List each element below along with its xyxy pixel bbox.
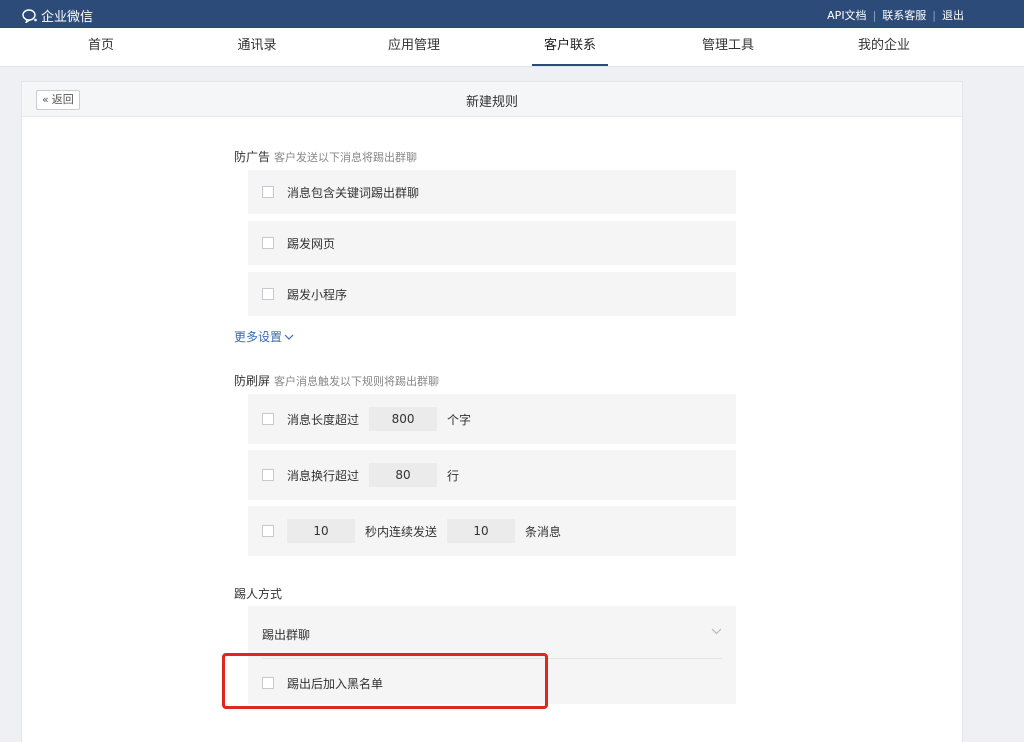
nav-my-enterprise[interactable]: 我的企业 — [846, 28, 922, 64]
miniprogram-checkbox[interactable] — [262, 288, 274, 300]
lines-input[interactable] — [369, 463, 438, 487]
length-input[interactable] — [369, 407, 438, 431]
top-bar: 企业微信 API文档 | 联系客服 | 退出 — [0, 0, 1024, 28]
nav-home[interactable]: 首页 — [66, 28, 136, 64]
nav-customer-contact[interactable]: 客户联系 — [532, 28, 608, 66]
rate-middle-label: 秒内连续发送 — [365, 524, 438, 539]
divider: | — [872, 8, 877, 22]
chevron-down-icon — [284, 334, 294, 340]
rate-checkbox[interactable] — [262, 525, 274, 537]
contact-support-link[interactable]: 联系客服 — [882, 7, 926, 23]
rate-count-input[interactable] — [447, 519, 516, 543]
api-docs-link[interactable]: API文档 — [827, 7, 866, 23]
card-header: « 返回 新建规则 — [22, 82, 962, 117]
divider: | — [932, 8, 936, 22]
keywords-label: 消息包含关键词踢出群聊 — [287, 185, 420, 200]
webpage-checkbox[interactable] — [262, 237, 274, 249]
spam-lines-row: 消息换行超过 行 — [248, 450, 736, 500]
anti-spam-section-title: 防刷屏 客户消息触发以下规则将踢出群聊 — [234, 372, 439, 389]
anti-ad-hint: 客户发送以下消息将踢出群聊 — [274, 151, 418, 164]
anti-ad-option-webpage[interactable]: 踢发网页 — [248, 221, 736, 265]
keywords-checkbox[interactable] — [262, 186, 274, 198]
top-links: API文档 | 联系客服 | 退出 — [827, 7, 964, 23]
spam-rate-row: 秒内连续发送 条消息 — [248, 506, 736, 556]
miniprogram-label: 踢发小程序 — [287, 287, 348, 302]
blacklist-label: 踢出后加入黑名单 — [287, 676, 384, 691]
more-settings-link[interactable]: 更多设置 — [234, 328, 294, 345]
divider — [262, 658, 722, 659]
length-prefix: 消息长度超过 — [287, 412, 360, 427]
nav-app-management[interactable]: 应用管理 — [376, 28, 452, 64]
page-title: 新建规则 — [465, 95, 518, 110]
blacklist-checkbox[interactable] — [262, 677, 274, 689]
anti-ad-option-miniprogram[interactable]: 踢发小程序 — [248, 272, 736, 316]
anti-ad-section-title: 防广告 客户发送以下消息将踢出群聊 — [234, 148, 417, 165]
blacklist-option[interactable]: 踢出后加入黑名单 — [248, 669, 736, 697]
rate-seconds-input[interactable] — [287, 519, 355, 543]
nav-contacts[interactable]: 通讯录 — [220, 28, 294, 64]
more-settings-label: 更多设置 — [234, 330, 283, 344]
anti-spam-hint: 客户消息触发以下规则将踢出群聊 — [274, 375, 440, 388]
length-checkbox[interactable] — [262, 413, 274, 425]
kick-method-value[interactable]: 踢出群聊 — [262, 626, 310, 643]
lines-checkbox[interactable] — [262, 469, 274, 481]
spam-length-row: 消息长度超过 个字 — [248, 394, 736, 444]
nav-management-tools[interactable]: 管理工具 — [690, 28, 766, 64]
length-suffix: 个字 — [447, 412, 472, 427]
anti-ad-title: 防广告 — [234, 150, 271, 164]
webpage-label: 踢发网页 — [287, 236, 336, 251]
wecom-logo-icon — [22, 8, 37, 23]
brand-name: 企业微信 — [41, 10, 94, 25]
kick-method-select: 踢出群聊 踢出后加入黑名单 — [248, 606, 736, 704]
lines-suffix: 行 — [447, 468, 460, 483]
rule-card: « 返回 新建规则 防广告 客户发送以下消息将踢出群聊 消息包含关键词踢出群聊 踢… — [22, 82, 962, 742]
rate-suffix: 条消息 — [525, 524, 562, 539]
kick-method-title: 踢人方式 — [234, 587, 283, 601]
brand[interactable]: 企业微信 — [22, 6, 93, 25]
main-nav: 首页 通讯录 应用管理 客户联系 管理工具 我的企业 — [0, 28, 1024, 67]
chevron-down-icon[interactable] — [711, 628, 722, 635]
logout-link[interactable]: 退出 — [942, 7, 964, 23]
anti-ad-option-keywords[interactable]: 消息包含关键词踢出群聊 — [248, 170, 736, 214]
anti-spam-title: 防刷屏 — [234, 374, 271, 388]
lines-prefix: 消息换行超过 — [287, 468, 360, 483]
